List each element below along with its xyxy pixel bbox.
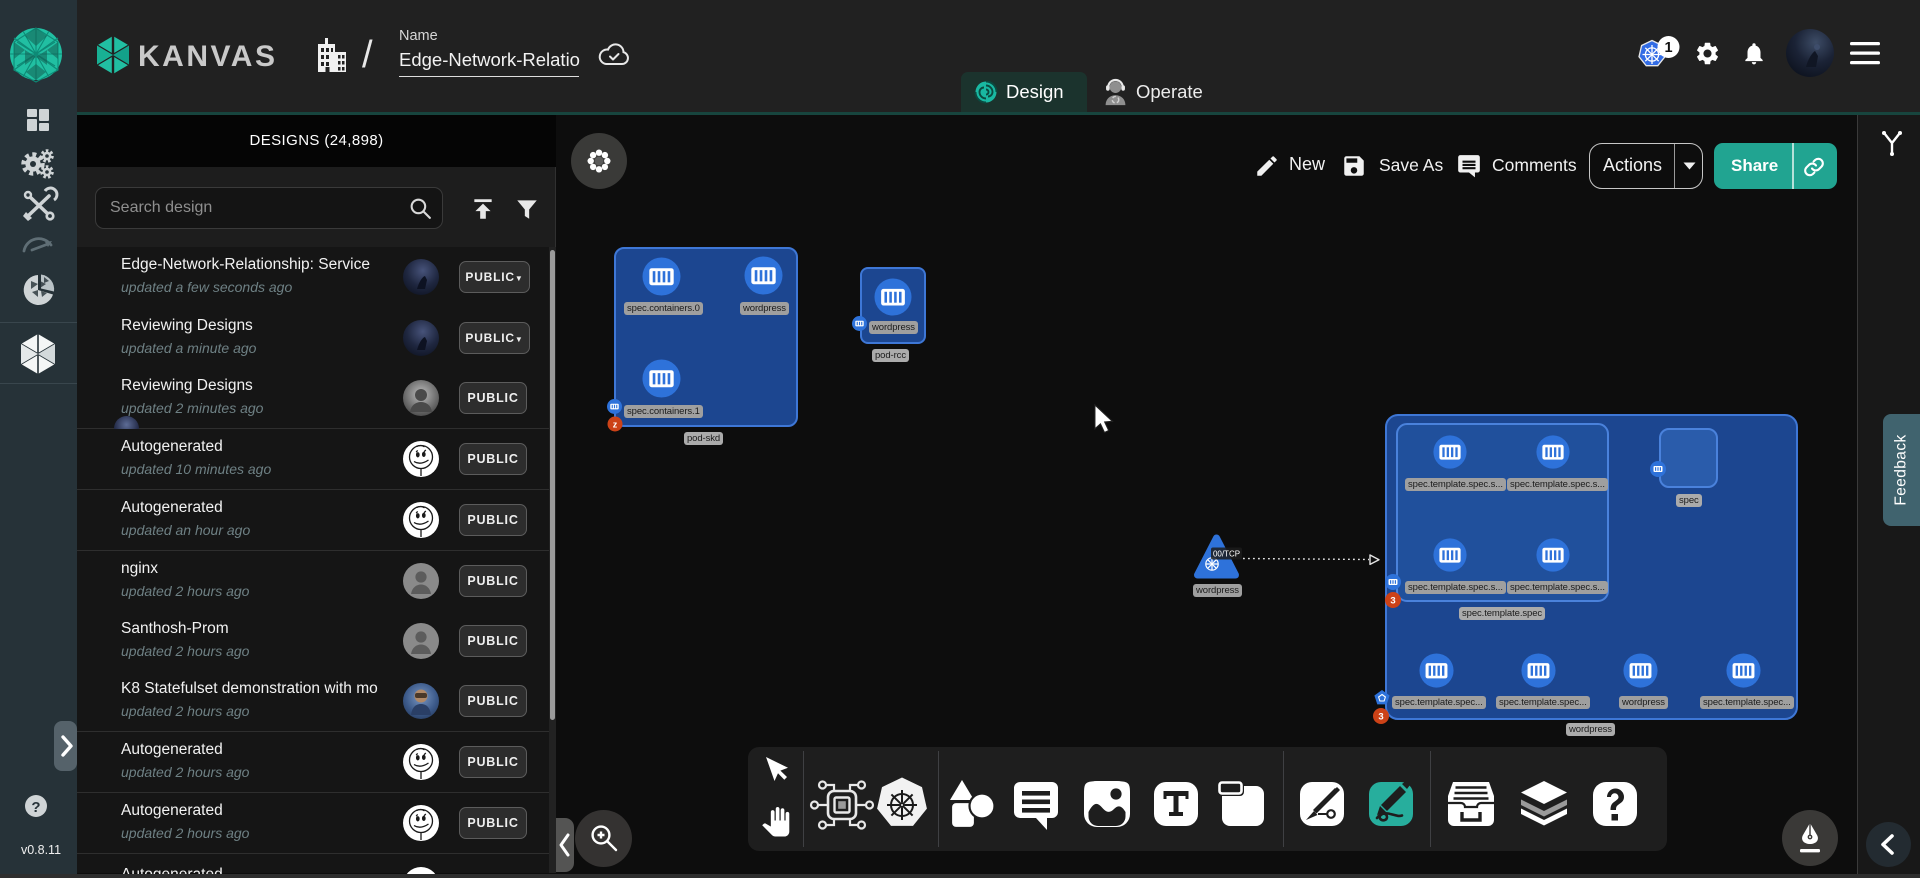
svg-text:1: 1 [1664, 40, 1672, 56]
svg-text:3: 3 [1378, 712, 1383, 723]
svg-text:v0.8.11: v0.8.11 [21, 843, 61, 857]
svg-text:?: ? [31, 799, 40, 816]
svg-text:00/TCP: 00/TCP [1213, 550, 1240, 559]
svg-text:KANVAS: KANVAS [138, 40, 277, 73]
